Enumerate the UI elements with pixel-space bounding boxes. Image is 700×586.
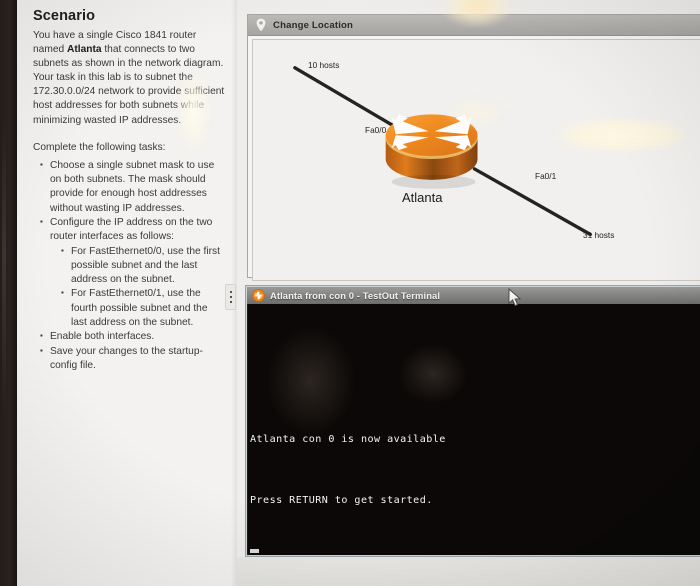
subtask-list: For FastEthernet0/0, use the first possi…: [50, 244, 225, 331]
bezel-sheen: [2, 120, 6, 420]
label-interface-fa0-0: Fa0/0: [365, 125, 387, 135]
cisco-router-icon: [385, 114, 478, 189]
diagram-canvas[interactable]: 10 hosts Fa0/0 Fa0/1 31 hosts Atlanta: [252, 39, 700, 281]
label-subnet-left: 10 hosts: [308, 60, 340, 70]
router-name-emphasis: Atlanta: [66, 44, 102, 56]
link-line-fa0-1: [472, 167, 592, 237]
terminal-window[interactable]: Atlanta from con 0 - TestOut Terminal At…: [245, 285, 700, 557]
panel-splitter-handle[interactable]: [225, 284, 236, 310]
terminal-title: Atlanta from con 0 - TestOut Terminal: [270, 290, 441, 301]
scenario-intro: You have a single Cisco 1841 router name…: [33, 29, 225, 128]
subtask-item: For FastEthernet0/1, use the fourth poss…: [61, 286, 225, 330]
task-item: Configure the IP address on the two rout…: [40, 215, 225, 331]
arrow-cursor: [508, 288, 522, 307]
grip-dot: [229, 291, 232, 293]
task-item: Choose a single subnet mask to use on bo…: [40, 158, 225, 216]
diagram-panel-titlebar: Change Location: [248, 15, 700, 36]
grip-dot: [229, 296, 232, 298]
subtask-item: For FastEthernet0/0, use the first possi…: [61, 244, 225, 288]
desk-surface: [237, 557, 700, 586]
task-item-label: Configure the IP address on the two rout…: [50, 216, 213, 243]
terminal-output[interactable]: Atlanta con 0 is now available Press RET…: [247, 304, 700, 555]
terminal-titlebar[interactable]: Atlanta from con 0 - TestOut Terminal: [247, 287, 700, 304]
diagram-panel-title: Change Location: [273, 19, 354, 31]
scenario-intro-post: that connects to two subnets as shown in…: [33, 44, 225, 126]
grip-dot: [229, 301, 232, 303]
router-icon: [252, 289, 265, 302]
network-topology-graphic: [293, 66, 592, 237]
network-diagram-panel: Change Location 10 hosts Fa0/0 Fa0/1 31 …: [247, 14, 700, 281]
terminal-line: Atlanta con 0 is now available: [250, 434, 446, 445]
task-list: Choose a single subnet mask to use on bo…: [33, 158, 225, 374]
task-item: Save your changes to the startup-config …: [40, 344, 225, 374]
location-pin-icon: [256, 18, 266, 32]
label-interface-fa0-1: Fa0/1: [535, 171, 557, 181]
scenario-panel: Scenario You have a single Cisco 1841 ro…: [17, 0, 237, 586]
terminal-line: Press RETURN to get started.: [250, 495, 433, 506]
page-title: Scenario: [33, 8, 96, 24]
monitor-bezel-left: [0, 0, 17, 586]
label-subnet-right: 31 hosts: [583, 230, 615, 240]
tasks-heading: Complete the following tasks:: [33, 141, 166, 153]
task-item: Enable both interfaces.: [40, 329, 225, 344]
link-line-fa0-0: [293, 66, 405, 133]
terminal-resize-nub[interactable]: [250, 549, 259, 553]
screen-smudge: [266, 326, 356, 436]
screen-smudge: [398, 344, 468, 404]
screen-photo: Scenario You have a single Cisco 1841 ro…: [0, 0, 700, 586]
label-router-name: Atlanta: [402, 190, 443, 205]
